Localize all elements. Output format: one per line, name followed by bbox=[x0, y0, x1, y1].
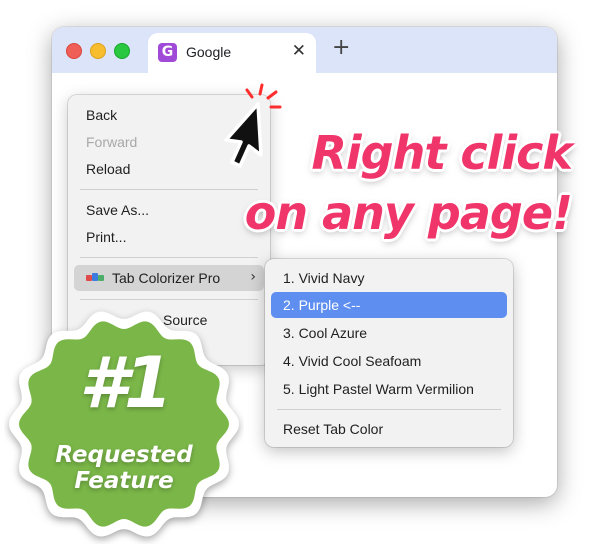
tab-close-icon[interactable]: ✕ bbox=[292, 41, 306, 61]
tab-google[interactable]: G Google ✕ bbox=[148, 33, 316, 73]
submenu-item-purple[interactable]: 2. Purple <-- bbox=[271, 292, 507, 318]
mouse-cursor-icon bbox=[224, 83, 282, 168]
chevron-right-icon: › bbox=[250, 269, 256, 285]
badge-line-1: Requested bbox=[55, 442, 193, 468]
submenu-item-reset-tab-color[interactable]: Reset Tab Color bbox=[271, 416, 507, 442]
title-bar: G Google ✕ + bbox=[52, 27, 557, 73]
requested-feature-badge: #1 Requested Feature bbox=[4, 304, 244, 544]
menu-item-save-as[interactable]: Save As... bbox=[86, 199, 149, 221]
promo-stage: G Google ✕ + Back Forward Reload Save As… bbox=[0, 0, 600, 549]
badge-line-2: Feature bbox=[74, 468, 174, 494]
submenu-item-vivid-navy[interactable]: 1. Vivid Navy bbox=[271, 265, 507, 291]
menu-item-back[interactable]: Back bbox=[86, 104, 117, 126]
menu-separator bbox=[80, 299, 258, 300]
close-window-button[interactable] bbox=[66, 43, 82, 59]
menu-item-label: Tab Colorizer Pro bbox=[112, 270, 221, 286]
submenu-item-cool-azure[interactable]: 3. Cool Azure bbox=[271, 320, 507, 346]
tab-title: Google bbox=[186, 44, 232, 60]
minimize-window-button[interactable] bbox=[90, 43, 106, 59]
tab-colorizer-submenu: 1. Vivid Navy 2. Purple <-- 3. Cool Azur… bbox=[265, 259, 513, 447]
submenu-item-light-pastel-warm-vermilion[interactable]: 5. Light Pastel Warm Vermilion bbox=[271, 376, 507, 402]
headline-line-2: on any page! bbox=[244, 186, 573, 240]
menu-item-reload[interactable]: Reload bbox=[86, 158, 130, 180]
menu-item-forward: Forward bbox=[86, 134, 138, 150]
google-favicon-icon: G bbox=[158, 43, 177, 62]
badge-number: #1 bbox=[79, 342, 172, 424]
tab-colorizer-extension-icon bbox=[86, 273, 104, 281]
menu-separator bbox=[80, 257, 258, 258]
badge-seal-shape bbox=[9, 311, 239, 537]
new-tab-button[interactable]: + bbox=[332, 35, 350, 60]
menu-item-print[interactable]: Print... bbox=[86, 226, 126, 248]
submenu-separator bbox=[277, 409, 501, 410]
menu-separator bbox=[80, 189, 258, 190]
headline-line-1: Right click bbox=[311, 126, 573, 180]
submenu-item-vivid-cool-seafoam[interactable]: 4. Vivid Cool Seafoam bbox=[271, 348, 507, 374]
zoom-window-button[interactable] bbox=[114, 43, 130, 59]
